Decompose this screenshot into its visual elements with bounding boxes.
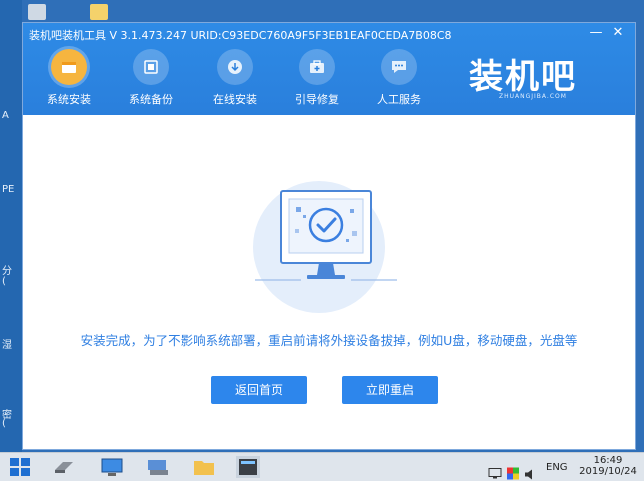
nav-tab-system-backup[interactable]: 系统备份 (115, 49, 187, 109)
zhuangjiba-app-taskbar-icon[interactable] (236, 456, 260, 478)
recycle-bin-icon[interactable] (28, 4, 46, 20)
windows-start-icon[interactable] (8, 456, 32, 478)
desktop-icon-label[interactable]: 分 (2, 262, 12, 277)
desktop-icon-label[interactable]: ( (2, 276, 6, 287)
nav-tab-online-install[interactable]: 在线安装 (199, 49, 271, 109)
nav-label: 系统备份 (129, 93, 173, 106)
nav-label: 在线安装 (213, 93, 257, 106)
window-title: 装机吧装机工具 V 3.1.473.247 URID:C93EDC760A9F5… (29, 29, 452, 42)
network-icon[interactable] (146, 456, 170, 478)
app-window: 装机吧装机工具 V 3.1.473.247 URID:C93EDC760A9F5… (22, 22, 636, 450)
folder-icon[interactable] (90, 4, 108, 20)
system-backup-icon (133, 49, 169, 85)
online-install-icon (217, 49, 253, 85)
language-indicator[interactable]: ENG (546, 453, 568, 481)
nav-label: 系统安装 (47, 93, 91, 106)
nav-tab-boot-repair[interactable]: 引导修复 (281, 49, 353, 109)
clock[interactable]: 16:49 2019/10/24 (578, 453, 638, 481)
desktop-icon-label[interactable]: A (2, 110, 9, 121)
desktop-icon-strip: A PE 分 ( 湿 密 ( (0, 0, 22, 452)
completion-message: 安装完成，为了不影响系统部署，重启前请将外接设备拔掉，例如U盘，移动硬盘，光盘等 (80, 333, 578, 348)
titlebar: 装机吧装机工具 V 3.1.473.247 URID:C93EDC760A9F5… (23, 23, 635, 115)
nav-tab-system-install[interactable]: 系统安装 (33, 49, 105, 109)
main-content: 安装完成，为了不影响系统部署，重启前请将外接设备拔掉，例如U盘，移动硬盘，光盘等… (23, 115, 635, 449)
nav-label: 人工服务 (377, 93, 421, 106)
logo-text: 装机吧 (469, 57, 577, 97)
computer-icon[interactable] (100, 456, 124, 478)
volume-icon[interactable] (524, 460, 536, 481)
logo-subtitle: ZHUANGJIBA.COM (499, 93, 567, 100)
nav-label: 引导修复 (295, 93, 339, 106)
close-button[interactable]: ✕ (607, 24, 629, 42)
restart-now-button[interactable]: 立即重启 (342, 376, 438, 404)
clock-time: 16:49 (593, 455, 623, 466)
desktop-icon-label[interactable]: PE (2, 184, 14, 195)
network-status-icon[interactable] (488, 459, 502, 481)
minimize-button[interactable]: — (585, 24, 607, 42)
desktop-icon-label[interactable]: ( (2, 418, 6, 429)
taskbar: ENG 16:49 2019/10/24 (0, 452, 644, 481)
system-install-icon (51, 49, 87, 85)
file-explorer-icon[interactable] (192, 456, 216, 478)
brand-logo: 装机吧 ZHUANGJIBA.COM (469, 49, 619, 109)
desktop-icon-label[interactable]: 湿 (2, 336, 12, 351)
back-to-home-button[interactable]: 返回首页 (211, 376, 307, 404)
monitor-check-icon (255, 190, 397, 281)
nav-tab-chat-service[interactable]: 人工服务 (363, 49, 435, 109)
color-tray-icon[interactable] (506, 459, 520, 481)
clock-date: 2019/10/24 (579, 466, 637, 477)
chat-service-icon (381, 49, 417, 85)
drive-icon[interactable] (52, 456, 76, 478)
boot-repair-icon (299, 49, 335, 85)
